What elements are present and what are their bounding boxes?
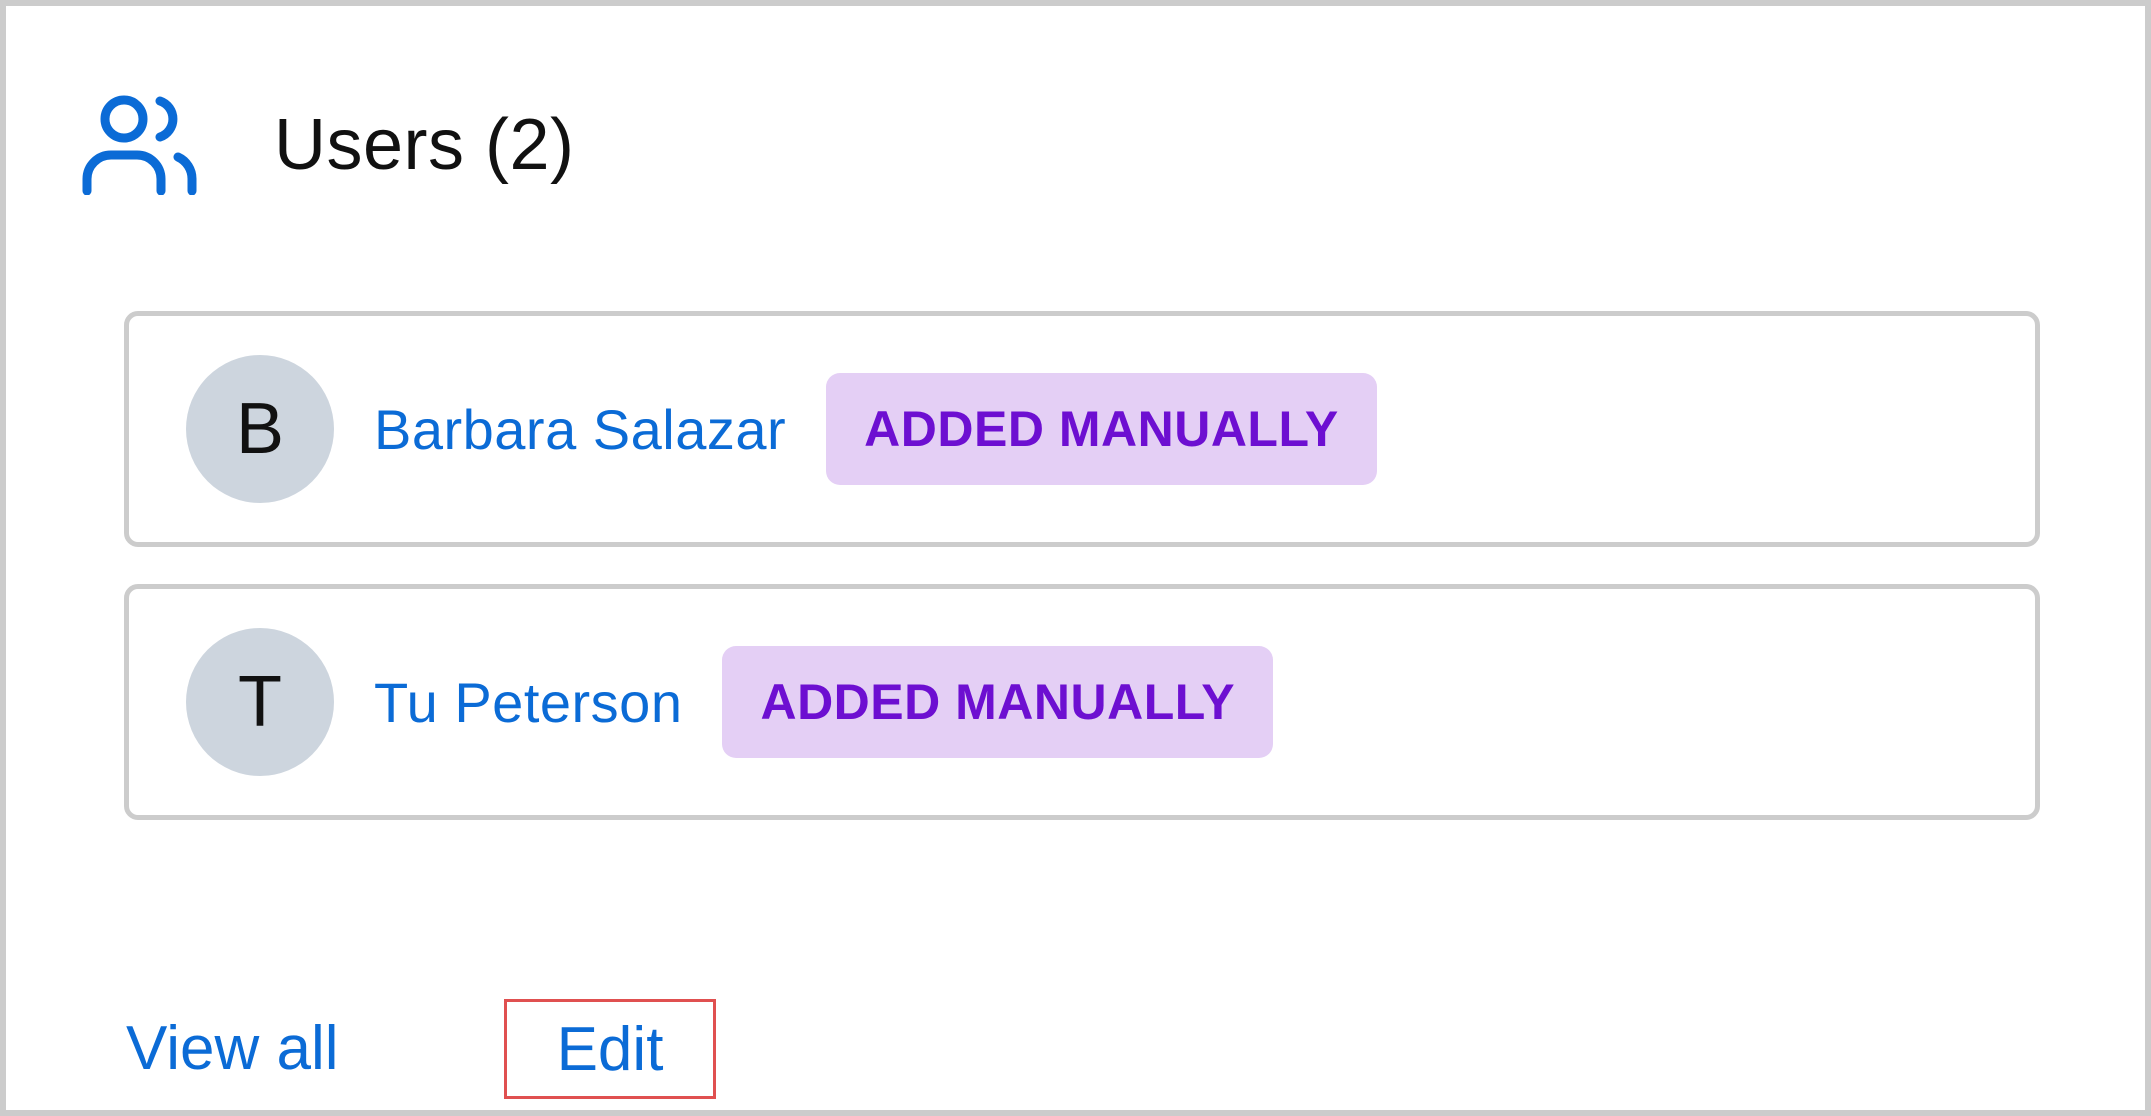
view-all-link[interactable]: View all [126,999,339,1099]
user-list: B Barbara Salazar ADDED MANUALLY T Tu Pe… [124,311,2040,857]
user-name-link[interactable]: Tu Peterson [374,670,682,735]
list-item: B Barbara Salazar ADDED MANUALLY [124,311,2040,547]
list-item: T Tu Peterson ADDED MANUALLY [124,584,2040,820]
status-badge: ADDED MANUALLY [826,373,1377,485]
users-card: Users (2) B Barbara Salazar ADDED MANUAL… [0,0,2151,1116]
card-header: Users (2) [82,90,575,200]
avatar: B [186,355,334,503]
users-icon [82,95,198,195]
page-title: Users (2) [274,105,575,185]
user-name-link[interactable]: Barbara Salazar [374,397,786,462]
edit-link[interactable]: Edit [557,1014,664,1085]
edit-highlight-box: Edit [504,999,716,1099]
status-badge: ADDED MANUALLY [722,646,1274,758]
avatar: T [186,628,334,776]
